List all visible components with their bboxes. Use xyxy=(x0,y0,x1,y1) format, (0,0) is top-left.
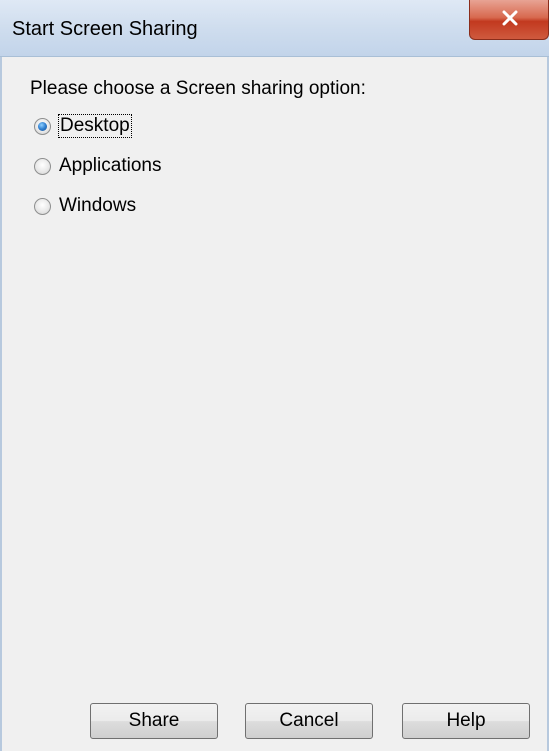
window-title: Start Screen Sharing xyxy=(12,18,198,40)
desktop-radio[interactable] xyxy=(34,117,51,135)
windows-label[interactable]: Windows xyxy=(59,195,136,217)
applications-label[interactable]: Applications xyxy=(59,155,161,177)
close-button[interactable] xyxy=(469,0,549,40)
windows-radio[interactable] xyxy=(34,197,51,215)
cancel-button[interactable]: Cancel xyxy=(245,703,373,739)
applications-radio[interactable] xyxy=(34,157,51,175)
close-x-icon xyxy=(502,10,518,26)
option-applications[interactable]: Applications xyxy=(34,153,161,179)
start-screen-sharing-dialog: Start Screen Sharing Please choose a Scr… xyxy=(0,0,549,751)
option-desktop[interactable]: Desktop xyxy=(34,113,132,139)
title-bar[interactable]: Start Screen Sharing xyxy=(0,0,549,57)
help-button[interactable]: Help xyxy=(402,703,530,739)
share-button[interactable]: Share xyxy=(90,703,218,739)
option-windows[interactable]: Windows xyxy=(34,193,136,219)
prompt-label: Please choose a Screen sharing option: xyxy=(30,78,366,99)
desktop-label[interactable]: Desktop xyxy=(58,114,132,138)
